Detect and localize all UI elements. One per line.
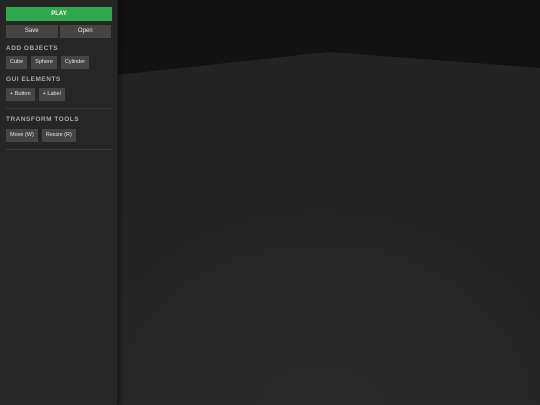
section-divider <box>6 108 112 109</box>
open-button[interactable]: Open <box>59 25 111 38</box>
play-button[interactable]: PLAY <box>6 7 112 21</box>
editor-app: PLAY Save Open ADD OBJECTS Cube Sphere C… <box>0 0 540 405</box>
add-cube-button[interactable]: Cube <box>6 56 28 69</box>
scene-viewport[interactable] <box>118 0 540 405</box>
file-actions: Save Open <box>6 25 111 38</box>
add-sphere-button[interactable]: Sphere <box>31 56 57 69</box>
transform-tools-buttons: Move (W) Resize (R) <box>6 129 111 142</box>
add-objects-buttons: Cube Sphere Cylinder <box>6 56 111 69</box>
gui-elements-buttons: + Button + Label <box>6 88 111 101</box>
add-label-button[interactable]: + Label <box>38 88 65 101</box>
add-cylinder-button[interactable]: Cylinder <box>60 56 90 69</box>
sidebar-panel: PLAY Save Open ADD OBJECTS Cube Sphere C… <box>0 0 118 405</box>
section-divider <box>6 149 112 150</box>
resize-tool-button[interactable]: Resize (R) <box>41 129 76 142</box>
add-button-button[interactable]: + Button <box>6 88 35 101</box>
gui-elements-title: GUI ELEMENTS <box>6 76 61 83</box>
scene-canvas <box>118 0 540 405</box>
add-objects-title: ADD OBJECTS <box>6 45 59 52</box>
move-tool-button[interactable]: Move (W) <box>6 129 38 142</box>
transform-tools-title: TRANSFORM TOOLS <box>6 116 80 123</box>
save-button[interactable]: Save <box>6 25 58 38</box>
